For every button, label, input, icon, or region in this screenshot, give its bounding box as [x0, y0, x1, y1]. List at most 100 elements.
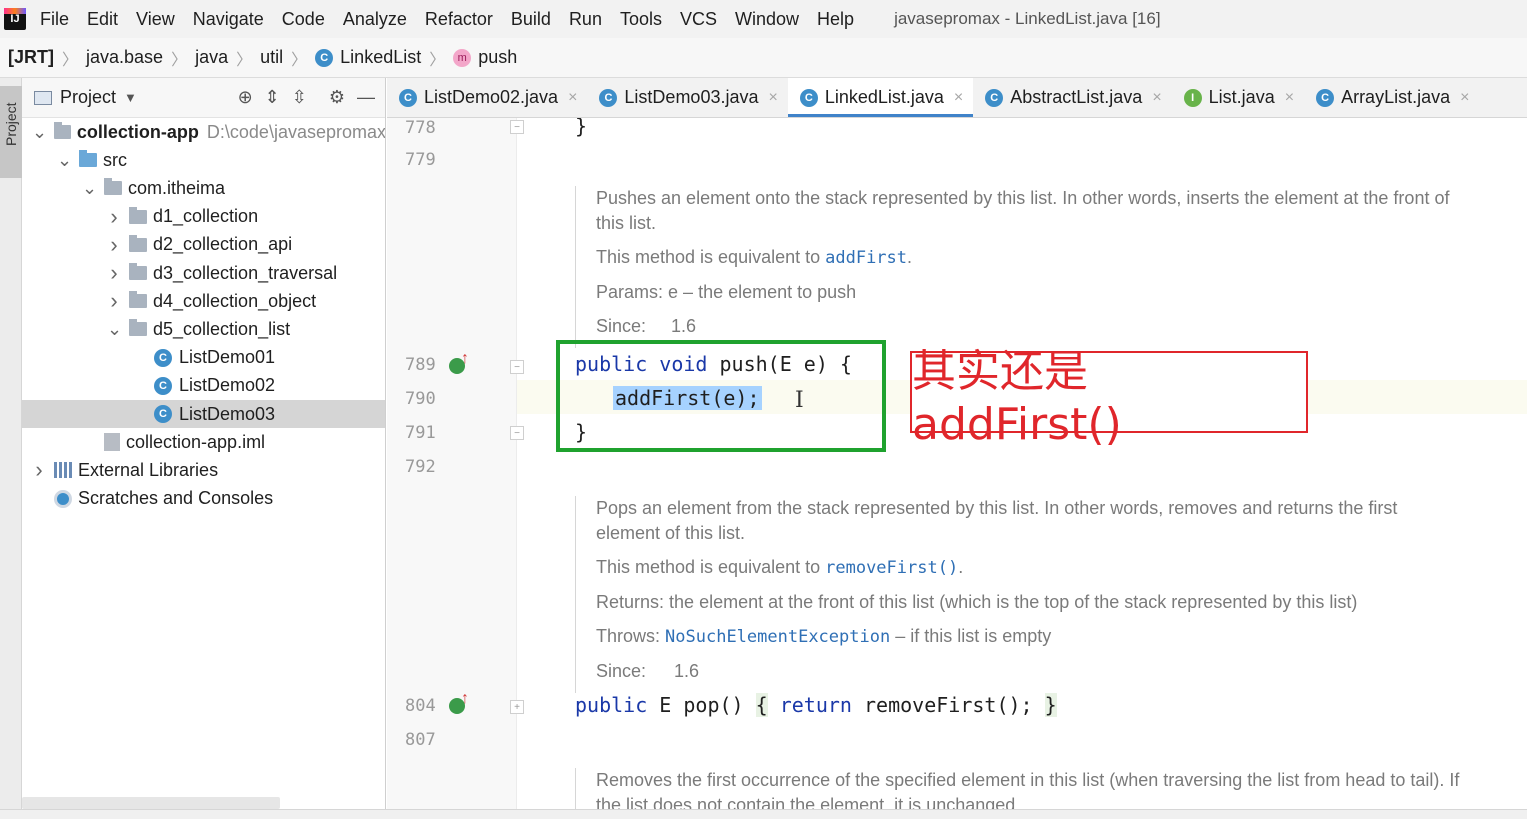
override-arrow-icon: ↑ — [461, 690, 469, 707]
menu-navigate[interactable]: Navigate — [193, 9, 264, 30]
breadcrumb-linkedlist[interactable]: C LinkedList — [315, 47, 421, 68]
code-folded-brace[interactable]: } — [1044, 693, 1057, 717]
editor-tab[interactable]: C LinkedList.java × — [787, 78, 974, 117]
tree-item-label: collection-app.iml — [126, 431, 266, 452]
breadcrumb-push-label: push — [478, 47, 518, 67]
javadoc-tag-value: – if this list is empty — [890, 626, 1052, 646]
menu-bar: IJ File Edit View Navigate Code Analyze … — [0, 0, 1527, 38]
close-icon[interactable]: × — [1152, 89, 1161, 107]
editor-tab[interactable]: I List.java × — [1172, 78, 1304, 117]
code-line-804: public E pop() { return removeFirst(); } — [575, 693, 1057, 717]
menu-analyze[interactable]: Analyze — [343, 9, 407, 30]
tree-item[interactable]: ⌄ d5_collection_list — [22, 315, 385, 343]
code-keyword: return — [767, 693, 852, 717]
editor-tab[interactable]: C ListDemo02.java × — [387, 78, 587, 117]
tree-item[interactable]: ⌄ src — [22, 146, 385, 174]
line-number: 790 — [405, 389, 436, 409]
breadcrumb-java[interactable]: java — [195, 47, 228, 68]
tree-item[interactable]: ⌄ com.itheima — [22, 174, 385, 202]
fold-marker-icon[interactable]: − — [510, 120, 524, 134]
javadoc-tag: Since: — [596, 661, 647, 681]
javadoc-equivalent: This method is equivalent to removeFirst… — [596, 555, 1465, 581]
breadcrumb-jrt[interactable]: [JRT] — [8, 47, 54, 68]
fold-marker-icon[interactable]: − — [510, 426, 524, 440]
code-folded-brace[interactable]: { — [755, 693, 768, 717]
hide-panel-icon[interactable]: — — [357, 87, 375, 108]
javadoc-link-addfirst[interactable]: addFirst — [825, 248, 907, 268]
expand-arrow-icon[interactable]: ⌄ — [57, 151, 72, 169]
tree-item[interactable]: › d1_collection — [22, 203, 385, 231]
tree-item[interactable]: collection-app.iml — [22, 428, 385, 456]
expand-all-icon[interactable]: ⇕ — [265, 87, 280, 108]
close-icon[interactable]: × — [568, 89, 577, 107]
tree-item[interactable]: › External Libraries — [22, 456, 385, 484]
collapse-arrow-icon[interactable]: › — [107, 260, 121, 286]
breadcrumb-separator-icon: 〉 — [429, 51, 446, 69]
tree-item[interactable]: › d2_collection_api — [22, 231, 385, 259]
menu-run[interactable]: Run — [569, 9, 602, 30]
code-keyword: public — [575, 693, 648, 717]
collapse-arrow-icon[interactable]: › — [107, 288, 121, 314]
tree-item-label: ListDemo01 — [179, 347, 276, 368]
menu-code[interactable]: Code — [282, 9, 325, 30]
expand-arrow-icon[interactable]: ⌄ — [32, 123, 47, 141]
close-icon[interactable]: × — [1460, 89, 1469, 107]
breadcrumb-push[interactable]: m push — [453, 47, 517, 68]
gear-icon[interactable]: ⚙ — [329, 87, 345, 108]
editor-tab[interactable]: C ArrayList.java × — [1304, 78, 1479, 117]
expand-arrow-icon[interactable]: ⌄ — [82, 179, 97, 197]
menu-file[interactable]: File — [40, 9, 69, 30]
menu-vcs[interactable]: VCS — [680, 9, 717, 30]
javadoc-remove: Removes the first occurrence of the spec… — [575, 768, 1465, 809]
javadoc-link-nosuchelementexception[interactable]: NoSuchElementException — [665, 627, 890, 647]
editor-tab[interactable]: C AbstractList.java × — [973, 78, 1171, 117]
close-icon[interactable]: × — [1285, 89, 1294, 107]
menu-edit[interactable]: Edit — [87, 9, 118, 30]
locate-file-icon[interactable]: ⊕ — [238, 87, 253, 108]
close-icon[interactable]: × — [954, 89, 963, 107]
menu-tools[interactable]: Tools — [620, 9, 662, 30]
fold-marker-icon[interactable]: − — [510, 360, 524, 374]
tree-item[interactable]: › d3_collection_traversal — [22, 259, 385, 287]
chevron-down-icon[interactable]: ▼ — [124, 90, 137, 105]
horizontal-scrollbar[interactable] — [22, 797, 280, 809]
collapse-arrow-icon[interactable]: › — [107, 232, 121, 258]
line-number: 791 — [405, 423, 436, 443]
menu-refactor[interactable]: Refactor — [425, 9, 493, 30]
javadoc-push: Pushes an element onto the stack represe… — [575, 186, 1465, 348]
scratches-icon — [54, 489, 72, 508]
code-editor[interactable]: 778 779 789 ↑ 790 791 792 804 ↑ 807 − − … — [387, 118, 1527, 809]
collapse-all-icon[interactable]: ⇳ — [292, 87, 307, 108]
fold-marker-icon[interactable]: + — [510, 700, 524, 714]
tree-item[interactable]: C ListDemo03 — [22, 400, 385, 428]
class-icon: C — [399, 88, 417, 107]
breadcrumb-util[interactable]: util — [260, 47, 283, 68]
javadoc-link-removefirst[interactable]: removeFirst() — [825, 558, 958, 578]
class-icon: C — [985, 88, 1004, 107]
menu-view[interactable]: View — [136, 9, 175, 30]
left-tool-strip: Project — [0, 78, 22, 819]
menu-window[interactable]: Window — [735, 9, 799, 30]
menu-help[interactable]: Help — [817, 9, 854, 30]
menu-build[interactable]: Build — [511, 9, 551, 30]
project-view-selector[interactable]: Project — [60, 87, 116, 108]
javadoc-since: Since: 1.6 — [596, 659, 1465, 684]
editor-tab[interactable]: C ListDemo03.java × — [587, 78, 787, 117]
javadoc-returns: Returns: the element at the front of thi… — [596, 590, 1465, 615]
tree-item-label: ListDemo03 — [179, 403, 276, 424]
project-tool-tab[interactable]: Project — [0, 86, 22, 178]
tree-item[interactable]: Scratches and Consoles — [22, 485, 385, 513]
collapse-arrow-icon[interactable]: › — [107, 204, 121, 230]
close-icon[interactable]: × — [769, 89, 778, 107]
tree-item[interactable]: ⌄ collection-app D:\code\javasepromax — [22, 118, 385, 146]
javadoc-text: . — [907, 247, 913, 267]
tree-item[interactable]: › d4_collection_object — [22, 287, 385, 315]
tree-item[interactable]: C ListDemo02 — [22, 372, 385, 400]
breadcrumb-java-base[interactable]: java.base — [86, 47, 163, 68]
expand-arrow-icon[interactable]: ⌄ — [107, 320, 122, 338]
editor-tab-bar: C ListDemo02.java × C ListDemo03.java × C Linke… — [387, 78, 1527, 118]
javadoc-text: This method is equivalent to — [596, 557, 826, 577]
breadcrumb-linkedlist-label: LinkedList — [340, 47, 422, 67]
tree-item[interactable]: C ListDemo01 — [22, 344, 385, 372]
collapse-arrow-icon[interactable]: › — [32, 457, 46, 483]
